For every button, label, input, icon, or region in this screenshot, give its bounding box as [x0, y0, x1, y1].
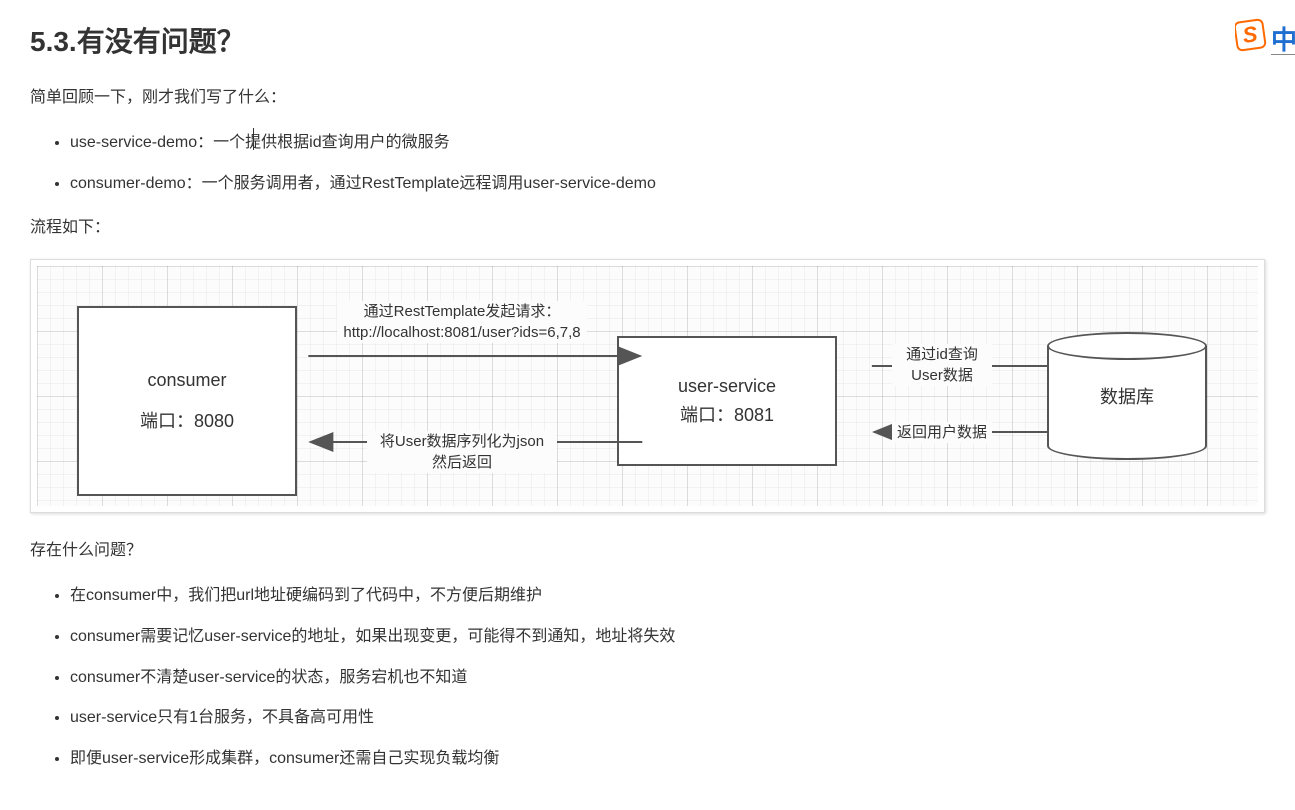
list-item: use-service-demo：一个提供根据id查询用户的微服务 [70, 129, 1265, 158]
list-item: user-service只有1台服务，不具备高可用性 [70, 704, 1265, 733]
problems-intro: 存在什么问题？ [30, 537, 1265, 566]
database-label: 数据库 [1100, 383, 1154, 409]
list-item: consumer-demo：一个服务调用者，通过RestTemplate远程调用… [70, 170, 1265, 199]
intro-paragraph: 简单回顾一下，刚才我们写了什么： [30, 84, 1265, 113]
user-service-port: 端口：8081 [680, 401, 774, 430]
database-cylinder: 数据库 [1047, 346, 1207, 446]
ime-mode-label: 中 [1271, 20, 1295, 57]
arrow-label-request2: 通过id查询 User数据 [892, 344, 992, 386]
consumer-box: consumer 端口：8080 [77, 306, 297, 496]
text-cursor [253, 128, 254, 150]
architecture-diagram: consumer 端口：8080 user-service 端口：8081 数据… [37, 266, 1258, 506]
flow-label: 流程如下： [30, 214, 1265, 243]
user-service-box: user-service 端口：8081 [617, 336, 837, 466]
summary-list: use-service-demo：一个提供根据id查询用户的微服务 consum… [70, 129, 1265, 199]
list-item: 在consumer中，我们把url地址硬编码到了代码中，不方便后期维护 [70, 582, 1265, 611]
list-item: consumer不清楚user-service的状态，服务宕机也不知道 [70, 664, 1265, 693]
ime-underline [1271, 54, 1295, 55]
problems-list: 在consumer中，我们把url地址硬编码到了代码中，不方便后期维护 cons… [70, 582, 1265, 774]
document-content: 5.3.有没有问题？ 简单回顾一下，刚才我们写了什么： use-service-… [0, 0, 1295, 810]
arrow-label-response2: 返回用户数据 [892, 422, 992, 443]
diagram-container: consumer 端口：8080 user-service 端口：8081 数据… [30, 259, 1265, 513]
ime-indicator: S 中 [1235, 18, 1295, 58]
ime-logo-icon: S [1235, 18, 1267, 52]
user-service-title: user-service [678, 372, 776, 401]
section-heading: 5.3.有没有问题？ [30, 20, 1265, 60]
list-item: consumer需要记忆user-service的地址，如果出现变更，可能得不到… [70, 623, 1265, 652]
arrow-label-request1: 通过RestTemplate发起请求： http://localhost:808… [337, 301, 587, 343]
consumer-title: consumer [147, 366, 226, 395]
consumer-port: 端口：8080 [140, 407, 234, 436]
arrow-label-response1: 将User数据序列化为json 然后返回 [367, 431, 557, 473]
list-item: 即便user-service形成集群，consumer还需自己实现负载均衡 [70, 745, 1265, 774]
